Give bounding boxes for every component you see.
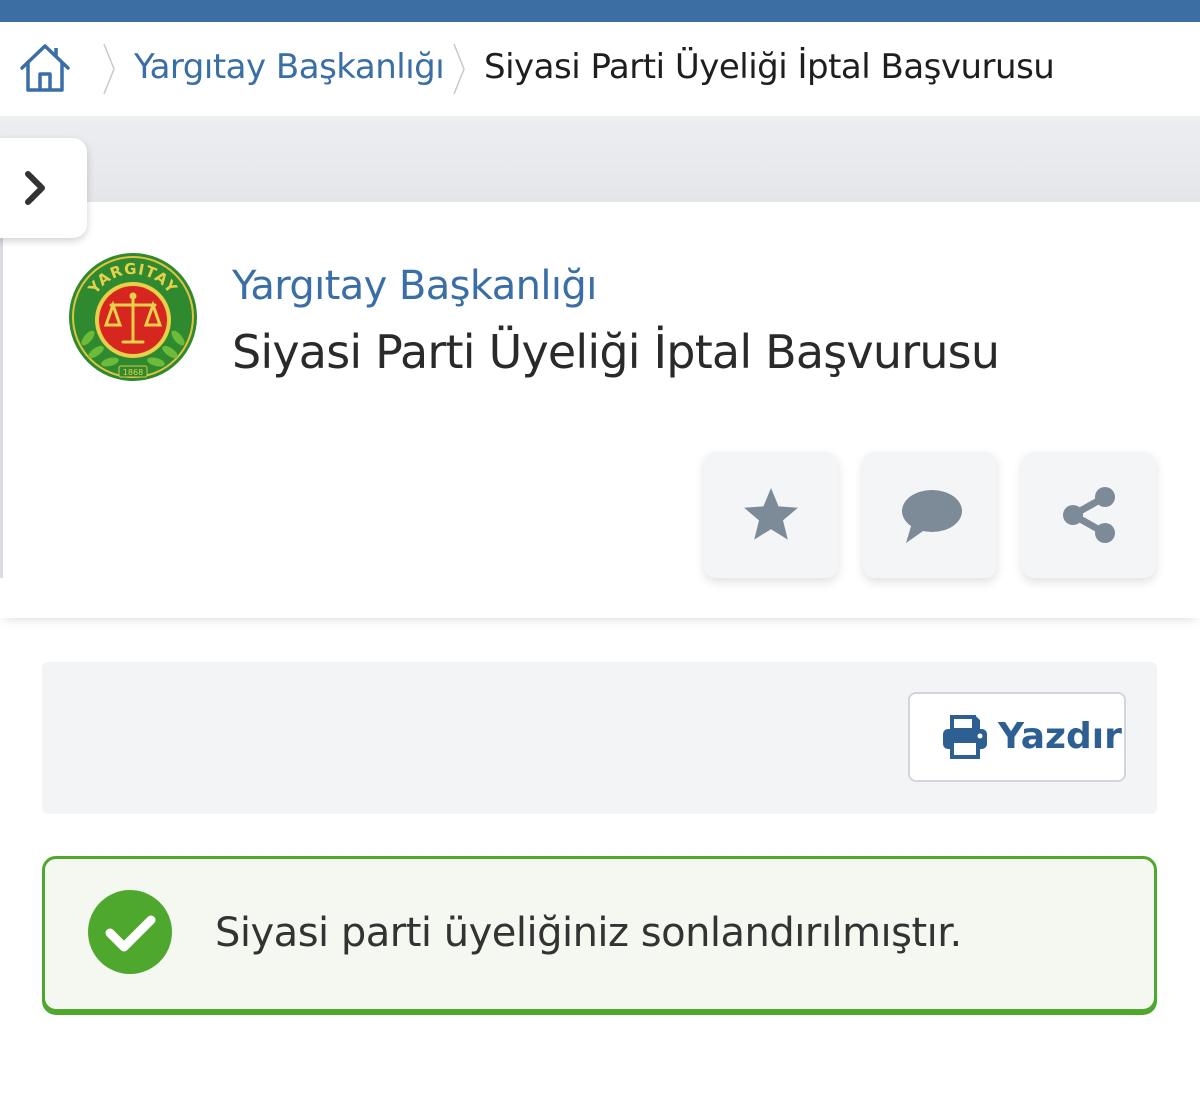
favorite-button[interactable] (704, 452, 838, 578)
print-button[interactable]: Yazdır (908, 692, 1126, 782)
comment-icon (902, 490, 962, 543)
success-alert: Siyasi parti üyeliğiniz sonlandırılmıştı… (42, 856, 1157, 1012)
chevron-right-icon (453, 43, 465, 95)
breadcrumb: Yargıtay Başkanlığı Siyasi Parti Üyeliği… (0, 22, 1200, 116)
home-icon (20, 44, 70, 92)
svg-text:1868: 1868 (123, 368, 143, 377)
print-button-label: Yazdır (998, 716, 1122, 757)
printer-icon (943, 715, 987, 759)
page-title: Siyasi Parti Üyeliği İptal Başvurusu (232, 325, 1000, 379)
breadcrumb-item-agency[interactable]: Yargıtay Başkanlığı (134, 44, 445, 90)
alert-message: Siyasi parti üyeliğiniz sonlandırılmıştı… (215, 910, 962, 956)
comment-button[interactable] (863, 452, 997, 578)
chevron-right-icon (103, 43, 115, 95)
chevron-right-icon (25, 171, 45, 205)
sidebar-edge (0, 238, 3, 578)
yargitay-logo: YARGITAY 1868 (69, 253, 197, 381)
gray-band (0, 116, 1200, 202)
check-circle-icon (88, 890, 172, 974)
agency-name-link[interactable]: Yargıtay Başkanlığı (232, 262, 597, 310)
share-icon (1063, 487, 1115, 543)
share-button[interactable] (1022, 452, 1156, 578)
sidebar-toggle-button[interactable] (0, 138, 87, 238)
top-bar (0, 0, 1200, 22)
breadcrumb-item-current: Siyasi Parti Üyeliği İptal Başvurusu (484, 47, 1055, 87)
home-link[interactable] (18, 42, 72, 94)
star-icon (744, 488, 798, 540)
